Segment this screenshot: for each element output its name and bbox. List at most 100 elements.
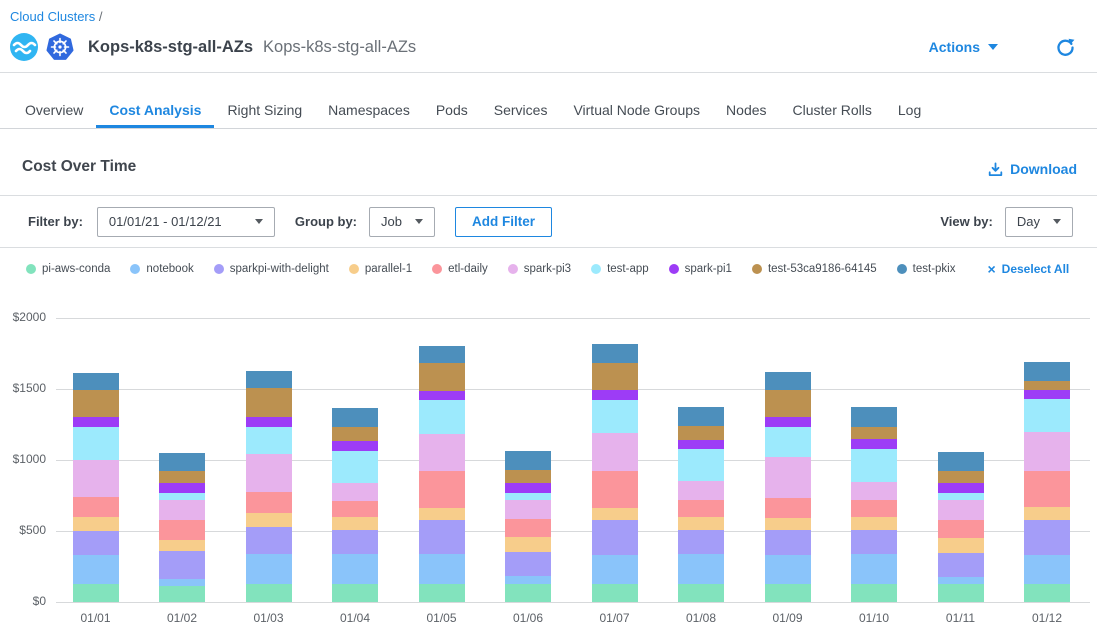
bar-segment-spark-pi1[interactable]: [765, 417, 811, 426]
bar-segment-spark-pi1[interactable]: [851, 439, 897, 449]
bar-segment-spark-pi3[interactable]: [1024, 432, 1070, 470]
bar-segment-spark-pi3[interactable]: [246, 454, 292, 492]
bar-segment-parallel-1[interactable]: [159, 540, 205, 551]
bar-segment-pi-aws-conda[interactable]: [73, 584, 119, 602]
bar-segment-test-pkix[interactable]: [592, 344, 638, 363]
bar-segment-test-pkix[interactable]: [73, 373, 119, 390]
bar-segment-notebook[interactable]: [592, 555, 638, 584]
bar-segment-spark-pi3[interactable]: [505, 500, 551, 519]
bar-segment-notebook[interactable]: [765, 555, 811, 584]
bar-segment-test-pkix[interactable]: [419, 346, 465, 363]
bar-segment-sparkpi-with-delight[interactable]: [765, 530, 811, 555]
bar-segment-test-app[interactable]: [73, 427, 119, 460]
bar-segment-test-app[interactable]: [765, 427, 811, 458]
bar-segment-etl-daily[interactable]: [505, 519, 551, 538]
bar-segment-spark-pi1[interactable]: [678, 440, 724, 450]
bar-segment-test-53ca9186-64145[interactable]: [246, 388, 292, 416]
bar-segment-etl-daily[interactable]: [73, 497, 119, 517]
bar-segment-test-53ca9186-64145[interactable]: [678, 426, 724, 440]
bar-segment-test-53ca9186-64145[interactable]: [1024, 381, 1070, 390]
bar-segment-etl-daily[interactable]: [938, 520, 984, 539]
bar-segment-etl-daily[interactable]: [159, 520, 205, 539]
bar-segment-test-53ca9186-64145[interactable]: [765, 390, 811, 418]
bar-segment-spark-pi1[interactable]: [73, 417, 119, 427]
bar-segment-spark-pi3[interactable]: [938, 500, 984, 519]
bar-segment-spark-pi3[interactable]: [332, 483, 378, 501]
bar-segment-sparkpi-with-delight[interactable]: [938, 553, 984, 577]
bar-segment-sparkpi-with-delight[interactable]: [73, 531, 119, 555]
bar-segment-etl-daily[interactable]: [332, 501, 378, 517]
bar-segment-sparkpi-with-delight[interactable]: [159, 551, 205, 579]
bar-segment-test-pkix[interactable]: [938, 452, 984, 471]
bar-01/04[interactable]: [332, 408, 378, 602]
bar-segment-parallel-1[interactable]: [1024, 507, 1070, 521]
bar-01/02[interactable]: [159, 453, 205, 602]
bar-segment-parallel-1[interactable]: [505, 537, 551, 551]
bar-segment-test-app[interactable]: [505, 493, 551, 500]
bar-segment-spark-pi1[interactable]: [505, 483, 551, 493]
bar-segment-spark-pi1[interactable]: [332, 441, 378, 451]
bar-segment-test-pkix[interactable]: [1024, 362, 1070, 381]
bar-segment-etl-daily[interactable]: [851, 500, 897, 517]
bar-segment-test-53ca9186-64145[interactable]: [159, 471, 205, 484]
bar-segment-pi-aws-conda[interactable]: [505, 584, 551, 602]
bar-segment-test-app[interactable]: [938, 493, 984, 500]
bar-segment-parallel-1[interactable]: [938, 538, 984, 553]
bar-segment-test-app[interactable]: [246, 427, 292, 454]
bar-segment-notebook[interactable]: [938, 577, 984, 584]
bar-01/10[interactable]: [851, 407, 897, 602]
bar-segment-test-app[interactable]: [1024, 399, 1070, 432]
bar-segment-etl-daily[interactable]: [246, 492, 292, 513]
bar-segment-spark-pi1[interactable]: [246, 417, 292, 427]
bar-segment-spark-pi3[interactable]: [678, 481, 724, 500]
bar-segment-test-53ca9186-64145[interactable]: [938, 471, 984, 484]
bar-segment-pi-aws-conda[interactable]: [592, 584, 638, 602]
bar-segment-etl-daily[interactable]: [1024, 471, 1070, 507]
bar-segment-test-53ca9186-64145[interactable]: [592, 363, 638, 391]
bar-segment-spark-pi1[interactable]: [592, 390, 638, 399]
bar-01/07[interactable]: [592, 344, 638, 602]
bar-segment-pi-aws-conda[interactable]: [678, 584, 724, 602]
bar-segment-test-53ca9186-64145[interactable]: [73, 390, 119, 417]
bar-segment-notebook[interactable]: [678, 554, 724, 584]
bar-segment-test-pkix[interactable]: [678, 407, 724, 426]
bar-segment-notebook[interactable]: [246, 554, 292, 584]
bar-segment-pi-aws-conda[interactable]: [332, 584, 378, 602]
bar-segment-spark-pi3[interactable]: [851, 482, 897, 500]
bar-segment-pi-aws-conda[interactable]: [419, 584, 465, 602]
bar-segment-notebook[interactable]: [1024, 555, 1070, 584]
bar-segment-test-pkix[interactable]: [765, 372, 811, 390]
bar-segment-parallel-1[interactable]: [678, 517, 724, 530]
bar-segment-parallel-1[interactable]: [332, 517, 378, 530]
bar-segment-spark-pi3[interactable]: [419, 434, 465, 472]
bar-segment-test-pkix[interactable]: [246, 371, 292, 388]
bar-segment-test-app[interactable]: [419, 400, 465, 433]
bar-segment-test-app[interactable]: [332, 451, 378, 483]
bar-segment-parallel-1[interactable]: [73, 517, 119, 531]
bar-segment-test-pkix[interactable]: [851, 407, 897, 426]
bar-segment-parallel-1[interactable]: [419, 508, 465, 519]
bar-segment-pi-aws-conda[interactable]: [159, 586, 205, 602]
bar-segment-notebook[interactable]: [159, 579, 205, 587]
bar-01/11[interactable]: [938, 452, 984, 602]
bar-01/05[interactable]: [419, 346, 465, 602]
bar-segment-sparkpi-with-delight[interactable]: [332, 530, 378, 555]
bar-segment-test-app[interactable]: [159, 493, 205, 500]
bar-segment-spark-pi3[interactable]: [592, 433, 638, 471]
bar-segment-etl-daily[interactable]: [678, 500, 724, 517]
bar-segment-spark-pi3[interactable]: [159, 500, 205, 520]
bar-segment-sparkpi-with-delight[interactable]: [505, 552, 551, 577]
bar-01/09[interactable]: [765, 372, 811, 602]
bar-01/03[interactable]: [246, 371, 292, 602]
bar-segment-parallel-1[interactable]: [592, 508, 638, 521]
bar-segment-test-app[interactable]: [851, 449, 897, 482]
bar-segment-notebook[interactable]: [73, 555, 119, 584]
bar-segment-notebook[interactable]: [419, 554, 465, 584]
bar-segment-pi-aws-conda[interactable]: [765, 584, 811, 602]
bar-segment-test-53ca9186-64145[interactable]: [505, 470, 551, 483]
bar-segment-sparkpi-with-delight[interactable]: [678, 530, 724, 555]
bar-01/06[interactable]: [505, 451, 551, 602]
bar-segment-notebook[interactable]: [851, 554, 897, 584]
bar-segment-pi-aws-conda[interactable]: [1024, 584, 1070, 602]
bar-segment-etl-daily[interactable]: [765, 498, 811, 517]
